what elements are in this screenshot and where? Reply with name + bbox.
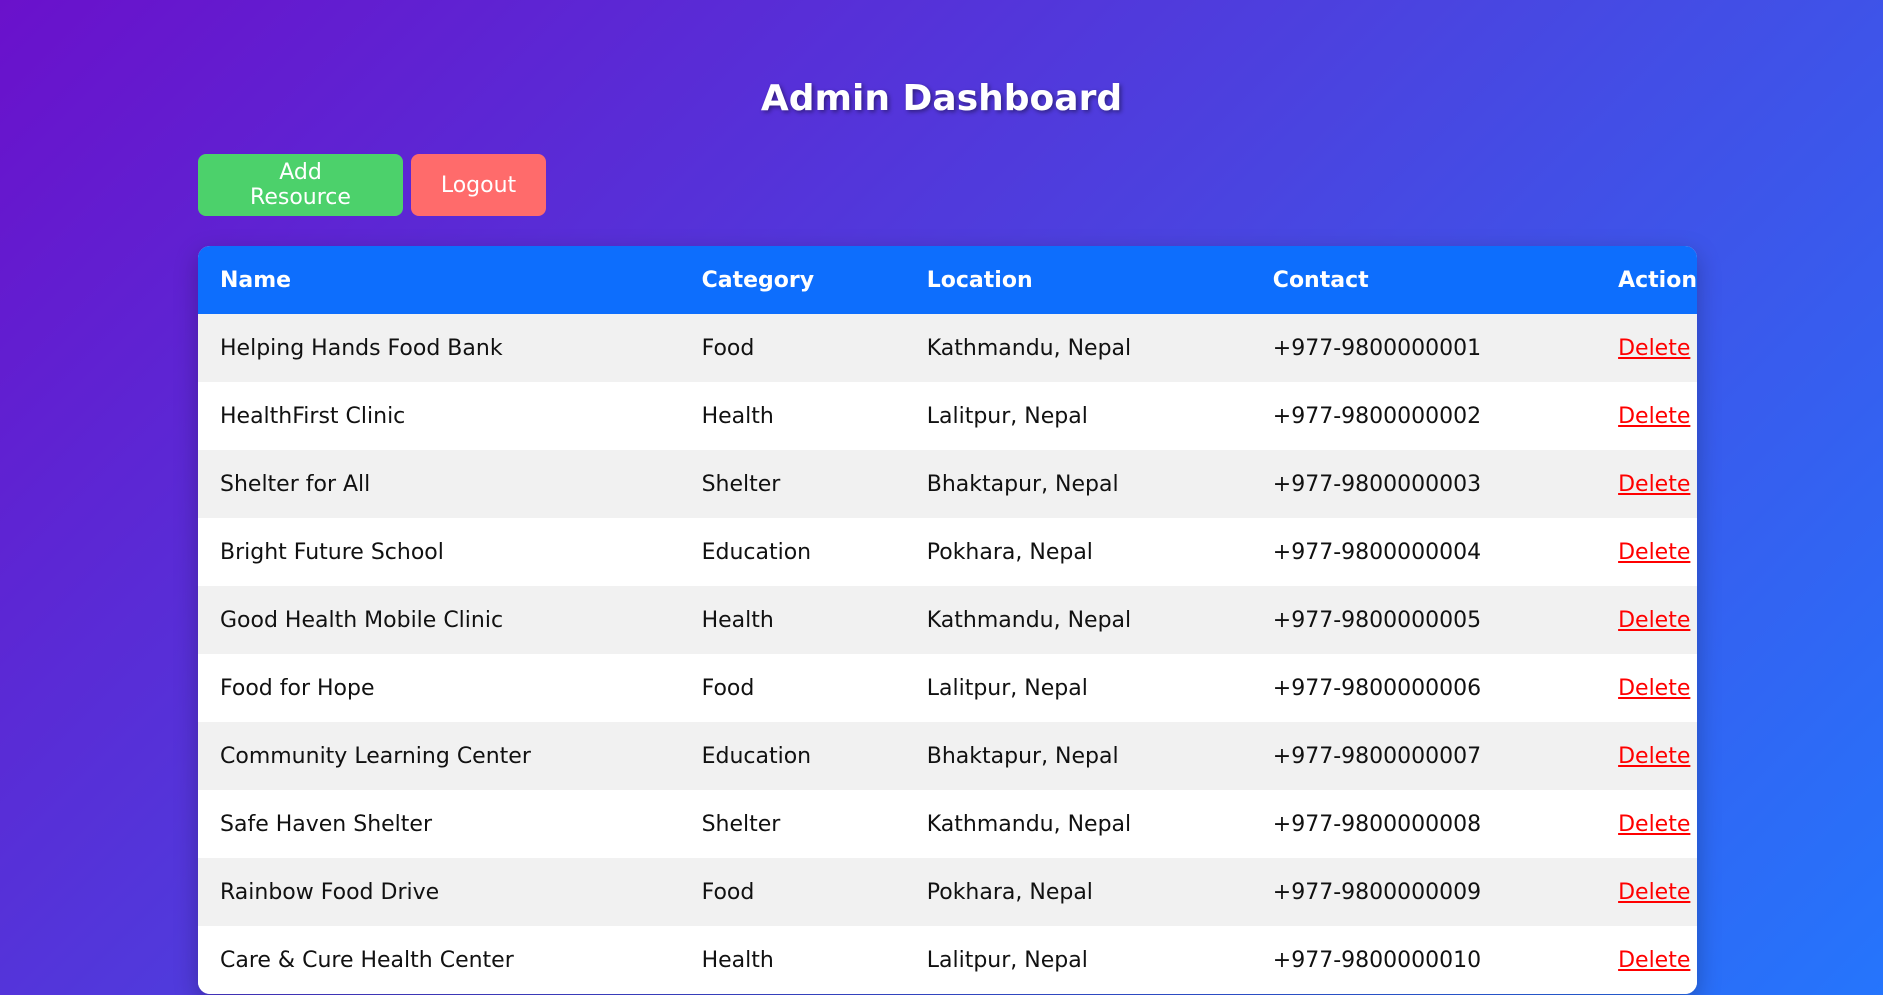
delete-link[interactable]: Delete <box>1618 336 1690 361</box>
delete-link[interactable]: Delete <box>1618 676 1690 701</box>
cell-contact: +977-9800000008 <box>1272 811 1482 837</box>
cell-action: Delete <box>1596 858 1697 926</box>
table-body: Helping Hands Food Bank Food Kathmandu, … <box>198 314 1697 994</box>
delete-link[interactable]: Delete <box>1618 540 1690 565</box>
table-header: Name Category Location Contact Action <box>198 246 1697 314</box>
column-header-contact: Contact <box>1272 267 1369 293</box>
cell-location: Bhaktapur, Nepal <box>926 743 1119 769</box>
cell-contact: +977-9800000002 <box>1272 403 1482 429</box>
cell-name: Bright Future School <box>220 539 444 565</box>
cell-category: Food <box>701 879 755 905</box>
delete-link[interactable]: Delete <box>1618 880 1690 905</box>
resources-table: Name Category Location Contact Action He… <box>198 246 1697 994</box>
cell-category: Health <box>701 947 774 973</box>
table-row: Food for Hope Food Lalitpur, Nepal +977-… <box>198 654 1697 722</box>
cell-action: Delete <box>1596 926 1697 994</box>
cell-location: Pokhara, Nepal <box>926 879 1093 905</box>
cell-category: Food <box>701 335 755 361</box>
delete-link[interactable]: Delete <box>1618 472 1690 497</box>
logout-button[interactable]: Logout <box>411 154 546 216</box>
delete-link[interactable]: Delete <box>1618 744 1690 769</box>
cell-action: Delete <box>1596 518 1697 586</box>
delete-link[interactable]: Delete <box>1618 948 1690 973</box>
cell-location: Kathmandu, Nepal <box>926 607 1132 633</box>
delete-link[interactable]: Delete <box>1618 404 1690 429</box>
cell-name: Good Health Mobile Clinic <box>220 607 504 633</box>
cell-location: Lalitpur, Nepal <box>926 403 1088 429</box>
cell-category: Food <box>701 675 755 701</box>
cell-contact: +977-9800000009 <box>1272 879 1482 905</box>
cell-action: Delete <box>1596 586 1697 654</box>
cell-action: Delete <box>1596 722 1697 790</box>
cell-action: Delete <box>1596 314 1697 382</box>
column-header-location: Location <box>926 267 1033 293</box>
cell-name: Care & Cure Health Center <box>220 947 514 973</box>
table-row: Care & Cure Health Center Health Lalitpu… <box>198 926 1697 994</box>
column-header-action: Action <box>1618 267 1697 293</box>
cell-contact: +977-9800000010 <box>1272 947 1482 973</box>
table-row: Community Learning Center Education Bhak… <box>198 722 1697 790</box>
delete-link[interactable]: Delete <box>1618 812 1690 837</box>
cell-location: Bhaktapur, Nepal <box>926 471 1119 497</box>
cell-contact: +977-9800000001 <box>1272 335 1482 361</box>
column-header-name: Name <box>220 267 292 293</box>
cell-contact: +977-9800000006 <box>1272 675 1482 701</box>
cell-action: Delete <box>1596 654 1697 722</box>
cell-category: Education <box>701 539 812 565</box>
cell-action: Delete <box>1596 382 1697 450</box>
cell-location: Kathmandu, Nepal <box>926 811 1132 837</box>
table-row: Shelter for All Shelter Bhaktapur, Nepal… <box>198 450 1697 518</box>
cell-category: Health <box>701 403 774 429</box>
cell-name: Helping Hands Food Bank <box>220 335 503 361</box>
cell-name: Shelter for All <box>220 471 371 497</box>
toolbar: Add Resource Logout <box>198 154 546 216</box>
cell-category: Education <box>701 743 812 769</box>
cell-contact: +977-9800000005 <box>1272 607 1482 633</box>
cell-name: Rainbow Food Drive <box>220 879 440 905</box>
cell-contact: +977-9800000004 <box>1272 539 1482 565</box>
cell-category: Health <box>701 607 774 633</box>
cell-category: Shelter <box>701 811 781 837</box>
delete-link[interactable]: Delete <box>1618 608 1690 633</box>
add-resource-button[interactable]: Add Resource <box>198 154 403 216</box>
table-row: Bright Future School Education Pokhara, … <box>198 518 1697 586</box>
cell-contact: +977-9800000003 <box>1272 471 1482 497</box>
cell-contact: +977-9800000007 <box>1272 743 1482 769</box>
table-row: Rainbow Food Drive Food Pokhara, Nepal +… <box>198 858 1697 926</box>
table-row: HealthFirst Clinic Health Lalitpur, Nepa… <box>198 382 1697 450</box>
cell-location: Lalitpur, Nepal <box>926 675 1088 701</box>
cell-name: Safe Haven Shelter <box>220 811 432 837</box>
cell-name: Food for Hope <box>220 675 375 701</box>
cell-location: Lalitpur, Nepal <box>926 947 1088 973</box>
table-row: Good Health Mobile Clinic Health Kathman… <box>198 586 1697 654</box>
cell-category: Shelter <box>701 471 781 497</box>
table-row: Helping Hands Food Bank Food Kathmandu, … <box>198 314 1697 382</box>
resources-table-card: Name Category Location Contact Action He… <box>198 246 1697 994</box>
cell-location: Kathmandu, Nepal <box>926 335 1132 361</box>
page-title: Admin Dashboard <box>760 78 1123 119</box>
column-header-category: Category <box>701 267 815 293</box>
cell-name: HealthFirst Clinic <box>220 403 406 429</box>
cell-name: Community Learning Center <box>220 743 531 769</box>
cell-action: Delete <box>1596 790 1697 858</box>
cell-location: Pokhara, Nepal <box>926 539 1093 565</box>
cell-action: Delete <box>1596 450 1697 518</box>
table-header-row: Name Category Location Contact Action <box>198 246 1697 314</box>
table-row: Safe Haven Shelter Shelter Kathmandu, Ne… <box>198 790 1697 858</box>
